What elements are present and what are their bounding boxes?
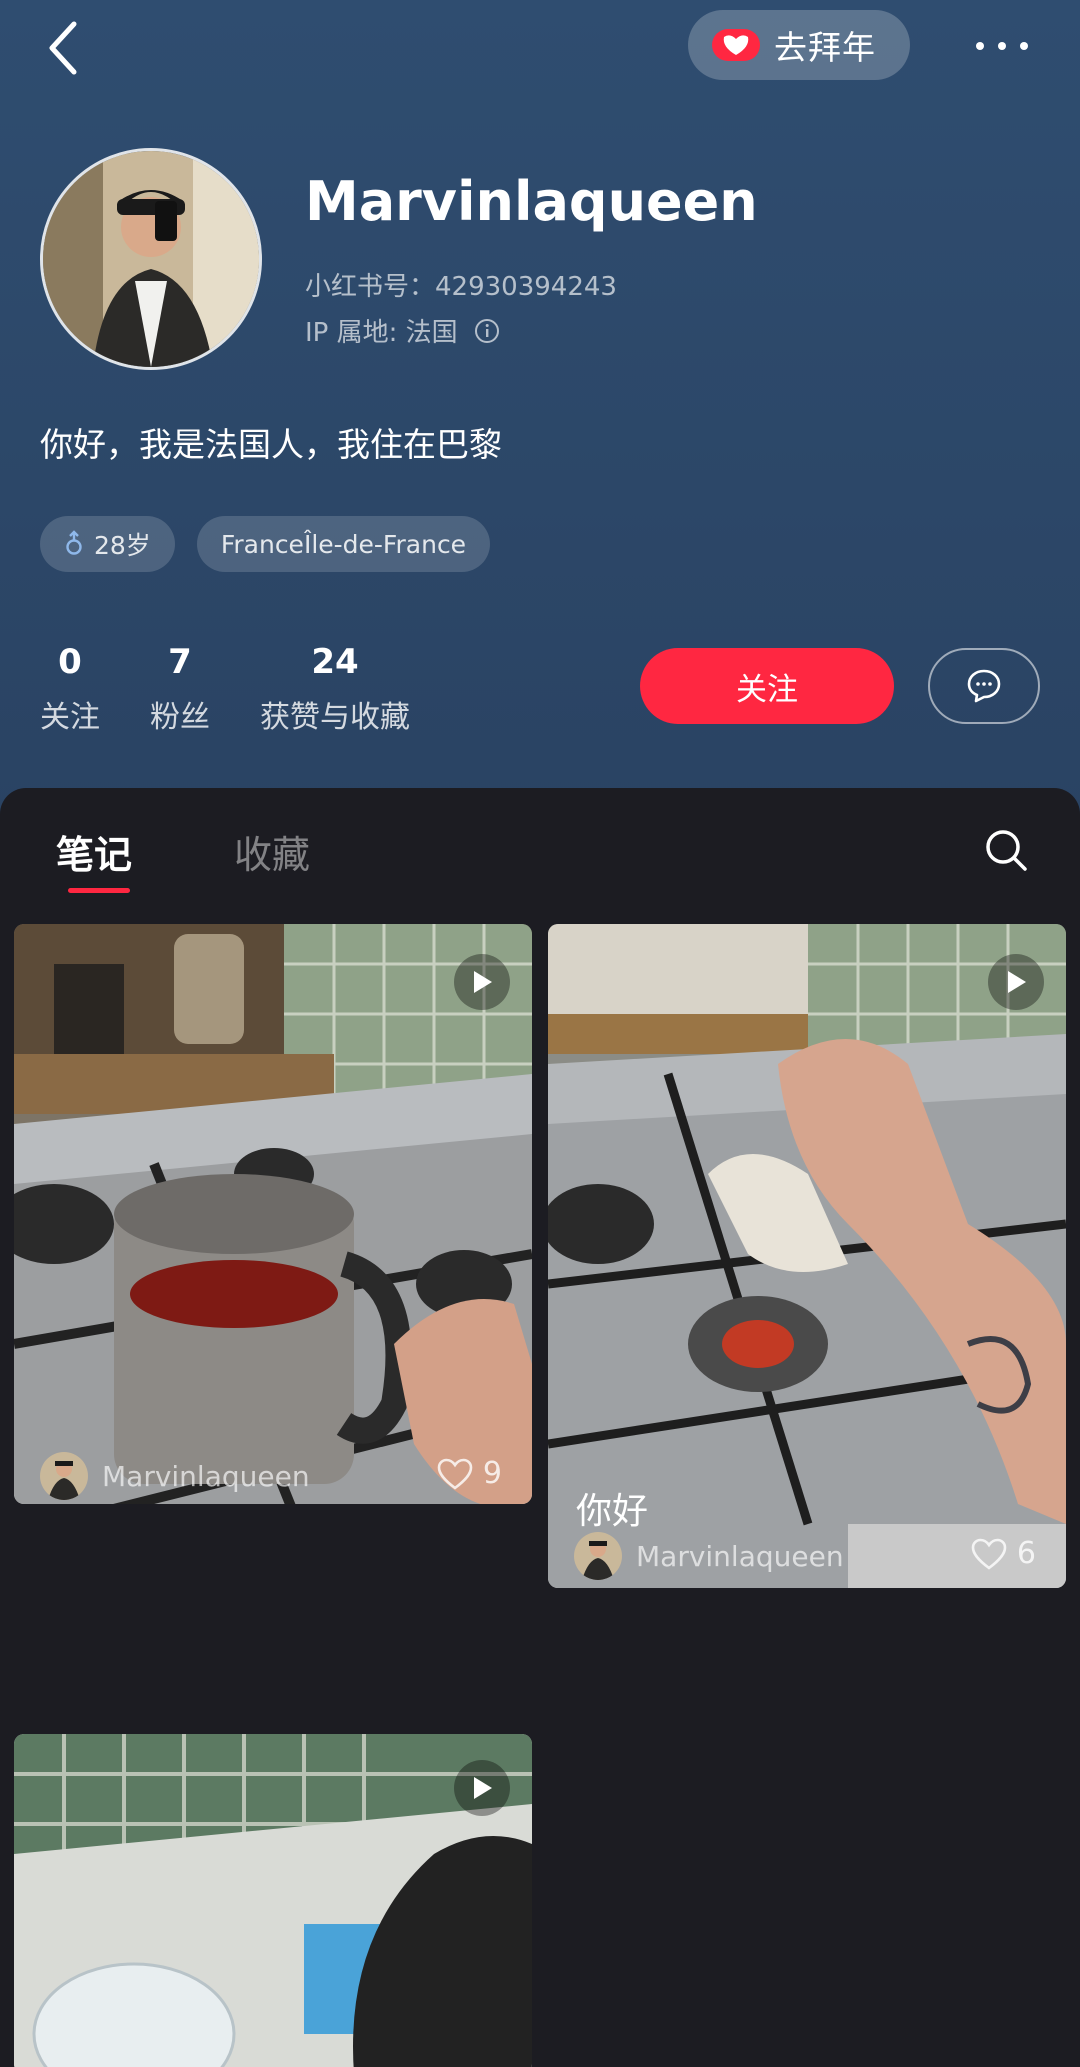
search-button[interactable]	[982, 826, 1030, 874]
more-dot-icon	[976, 42, 984, 50]
stat-followers[interactable]: 7 粉丝	[150, 642, 210, 736]
like-count: 9	[482, 1456, 502, 1491]
more-dot-icon	[1020, 42, 1028, 50]
like-count: 6	[1016, 1536, 1036, 1571]
note-card[interactable]: Marvinlaqueen 9	[14, 924, 532, 1504]
stat-following-value: 0	[58, 642, 82, 682]
follow-button[interactable]: 关注	[640, 648, 894, 724]
author-name: Marvinlaqueen	[102, 1459, 310, 1493]
active-tab-indicator	[68, 888, 130, 893]
tab-collections[interactable]: 收藏	[234, 824, 310, 879]
note-title: 你好	[576, 1491, 649, 1532]
tab-notes[interactable]: 笔记	[56, 824, 132, 879]
male-icon	[66, 530, 82, 555]
video-play-icon	[454, 954, 510, 1010]
greeting-hands-icon	[712, 29, 760, 61]
chevron-left-icon	[49, 21, 77, 75]
heart-icon	[437, 1458, 473, 1490]
profile-avatar[interactable]	[40, 148, 262, 370]
message-button[interactable]	[928, 648, 1040, 724]
more-dot-icon	[998, 42, 1006, 50]
stat-followers-value: 7	[168, 642, 192, 682]
back-button[interactable]	[44, 18, 84, 78]
location-tag-label: FranceÎle-de-France	[220, 529, 467, 559]
note-cover-image	[14, 924, 532, 1504]
redbook-id: 小红书号：42930394243	[305, 272, 617, 302]
age-tag: 28岁	[40, 516, 175, 572]
stat-likes-value: 24	[311, 642, 359, 682]
heart-icon	[971, 1538, 1007, 1570]
ip-location-row: IP 属地: 法国	[305, 312, 500, 349]
author-avatar	[574, 1532, 622, 1580]
note-author[interactable]: Marvinlaqueen	[574, 1532, 844, 1580]
notes-content: 笔记 收藏 Marvinlaqueen 9 你好 Marvinlaqueen 6	[0, 788, 1080, 2067]
profile-tabs: 笔记 收藏	[0, 788, 1080, 900]
stat-likes-label: 获赞与收藏	[260, 700, 410, 735]
note-card[interactable]	[14, 1734, 532, 2067]
ip-location: IP 属地: 法国	[305, 318, 458, 348]
more-options-button[interactable]	[970, 30, 1034, 60]
profile-bio: 你好，我是法国人，我住在巴黎	[40, 425, 502, 464]
chat-bubble-icon	[967, 669, 1001, 703]
author-avatar	[40, 1452, 88, 1500]
note-card[interactable]: 你好 Marvinlaqueen 6	[548, 924, 1066, 1588]
avatar-photo	[43, 151, 259, 367]
stat-likes-collects[interactable]: 24 获赞与收藏	[260, 642, 410, 736]
author-name: Marvinlaqueen	[636, 1539, 844, 1573]
profile-stats: 0 关注 7 粉丝 24 获赞与收藏	[40, 642, 460, 736]
note-author[interactable]: Marvinlaqueen	[40, 1452, 310, 1500]
info-icon[interactable]	[474, 318, 500, 344]
video-play-icon	[454, 1760, 510, 1816]
stat-following-label: 关注	[40, 700, 100, 735]
stat-following[interactable]: 0 关注	[40, 642, 100, 736]
age-tag-label: 28岁	[94, 531, 151, 560]
like-button[interactable]: 6	[971, 1536, 1036, 1571]
stat-followers-label: 粉丝	[150, 700, 210, 735]
location-tag: FranceÎle-de-France	[196, 516, 491, 572]
bainian-label: 去拜年	[774, 28, 876, 67]
profile-header: 去拜年 Marvinlaqueen 小红书号：42930394243 IP 属地…	[0, 0, 1080, 820]
like-button[interactable]: 9	[437, 1456, 502, 1491]
bainian-button[interactable]: 去拜年	[688, 10, 910, 80]
username: Marvinlaqueen	[305, 170, 758, 233]
search-icon	[986, 830, 1027, 871]
profile-tags: 28岁 FranceÎle-de-France	[40, 516, 491, 572]
video-play-icon	[988, 954, 1044, 1010]
